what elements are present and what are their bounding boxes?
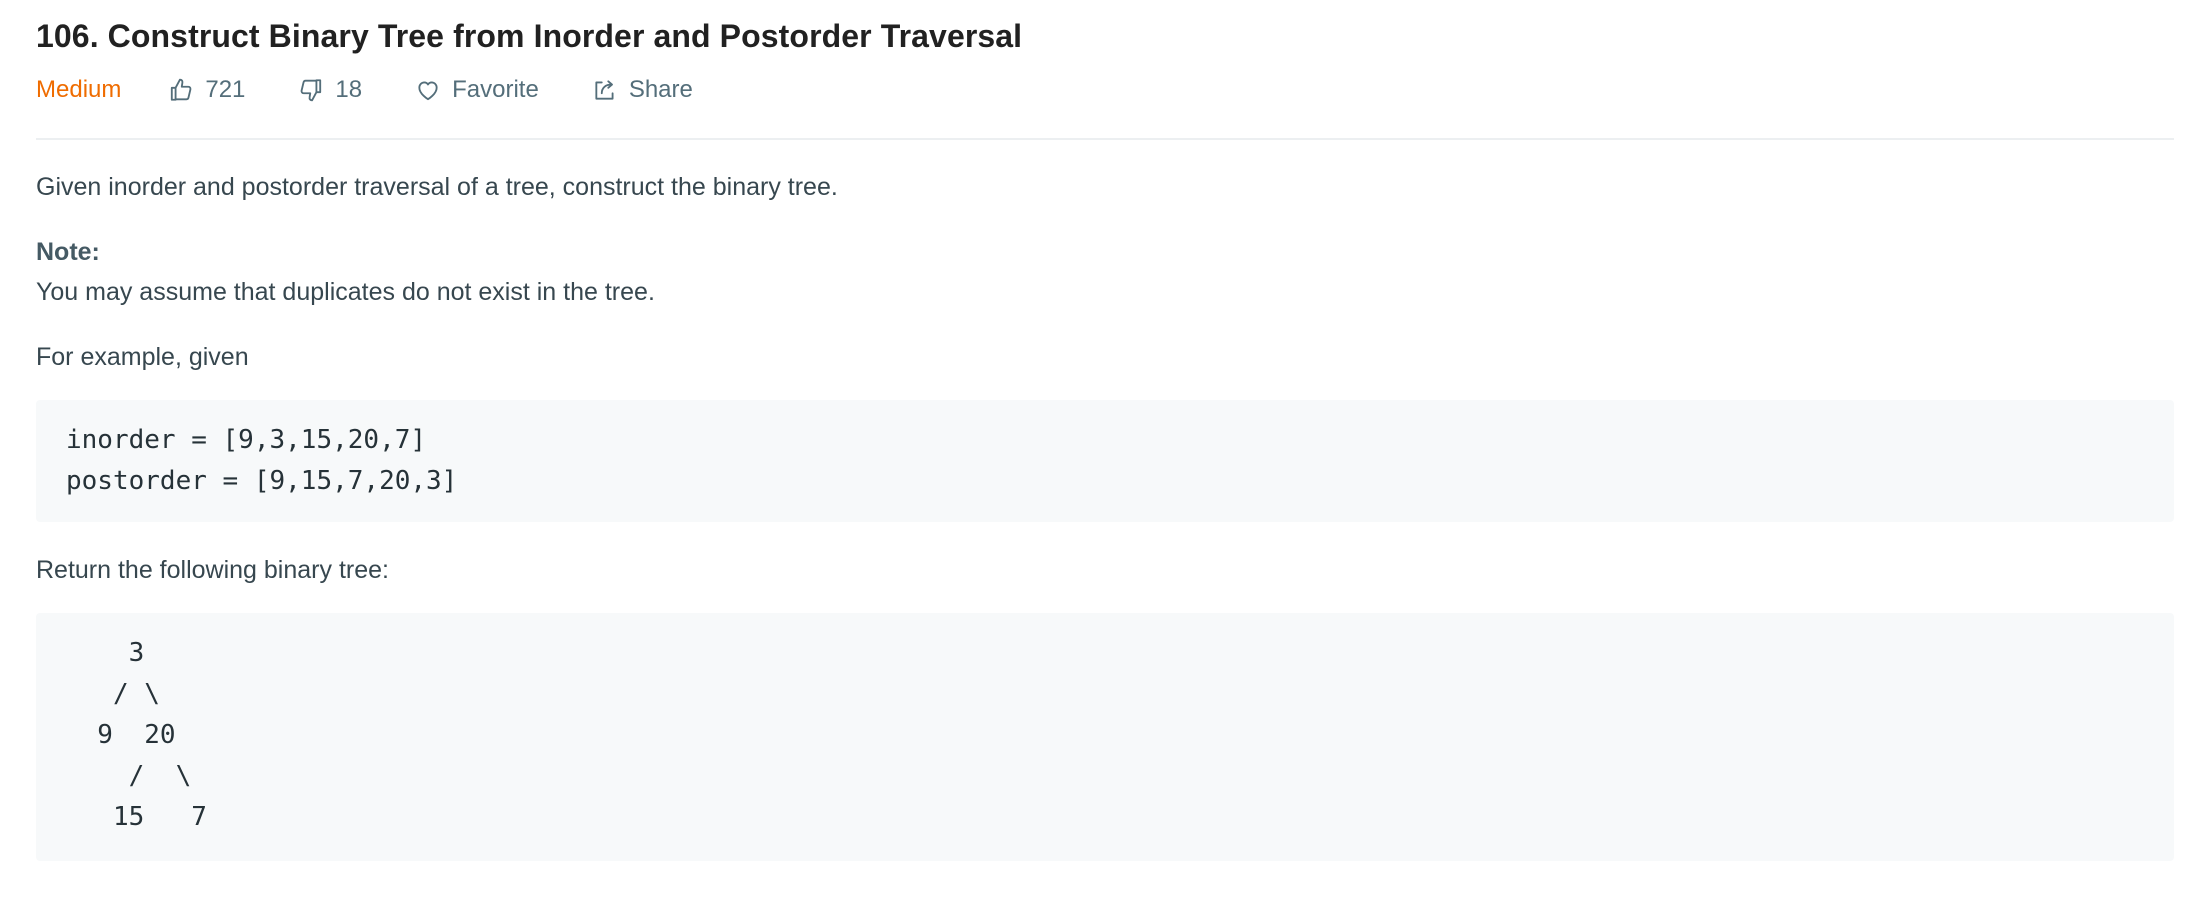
note-text: You may assume that duplicates do not ex… xyxy=(36,278,655,306)
thumbs-up-icon xyxy=(167,76,195,104)
thumbs-down-icon xyxy=(297,76,325,104)
difficulty-badge: Medium xyxy=(36,76,122,103)
example-code-block: inorder = [9,3,15,20,7] postorder = [9,15… xyxy=(36,400,2174,522)
note-label: Note: xyxy=(36,238,100,266)
header-divider xyxy=(36,138,2174,140)
code-line: / \ xyxy=(66,679,160,709)
code-line: 9 20 xyxy=(66,720,176,750)
problem-intro: Given inorder and postorder traversal of… xyxy=(36,173,838,201)
problem-description-page: 106. Construct Binary Tree from Inorder … xyxy=(0,0,2200,908)
note-block: Note: You may assume that duplicates do … xyxy=(36,232,655,312)
code-line: 15 7 xyxy=(66,802,207,832)
tree-code-block: 3 / \ 9 20 / \ 15 7 xyxy=(36,613,2174,861)
code-line: inorder = [9,3,15,20,7] xyxy=(66,425,427,455)
favorite-label: Favorite xyxy=(452,76,539,103)
share-label: Share xyxy=(628,76,693,103)
code-line: / \ xyxy=(66,761,192,791)
heart-icon xyxy=(414,76,442,104)
favorite-button[interactable]: Favorite xyxy=(414,76,539,104)
code-line: 3 xyxy=(66,638,145,668)
dislike-count: 18 xyxy=(335,76,363,103)
like-count: 721 xyxy=(205,76,246,103)
code-line: postorder = [9,15,7,20,3] xyxy=(66,466,458,496)
problem-meta-bar: Medium 721 18 Favorite Share xyxy=(36,70,745,110)
return-text: Return the following binary tree: xyxy=(36,556,389,584)
share-icon xyxy=(591,76,619,104)
share-button[interactable]: Share xyxy=(591,76,693,104)
example-intro: For example, given xyxy=(36,343,249,371)
dislike-button[interactable]: 18 xyxy=(297,76,362,104)
problem-title: 106. Construct Binary Tree from Inorder … xyxy=(36,18,1023,54)
like-button[interactable]: 721 xyxy=(167,76,245,104)
